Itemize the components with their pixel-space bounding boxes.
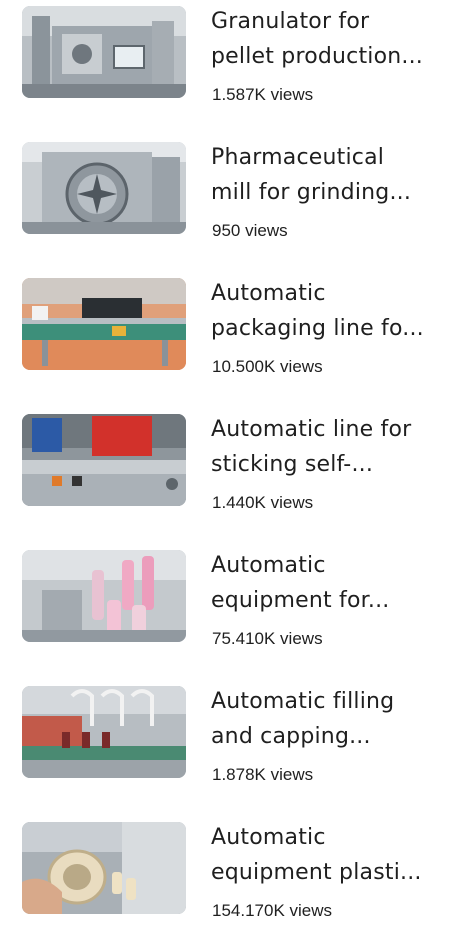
pharmaceutical-mill-thumbnail[interactable] [22,142,186,234]
packaging-line-image [22,278,186,370]
video-item-pharmaceutical-mill[interactable]: Pharmaceutical mill for grinding... 950 … [0,136,463,256]
video-title-line: Automatic [211,281,326,306]
view-count: 1.878K views [212,765,314,784]
labeling-line-image [22,414,186,506]
video-title[interactable]: Automatic packaging line fo... [211,276,447,346]
plastic-equipment-image [22,822,186,914]
video-title-line: Automatic line for [211,417,412,442]
video-title-line: Automatic [211,553,326,578]
view-count: 10.500K views [212,357,323,376]
video-title-line: Pharmaceutical [211,145,385,170]
video-item-packaging-line[interactable]: Automatic packaging line fo... 10.500K v… [0,272,463,392]
video-title[interactable]: Automatic filling and capping... [211,684,447,754]
view-count: 950 views [212,221,288,240]
video-item-plastic-equipment[interactable]: Automatic equipment plasti... 154.170K v… [0,816,463,936]
video-item-labeling-line[interactable]: Automatic line for sticking self-... 1.4… [0,408,463,528]
packaging-line-thumbnail[interactable] [22,278,186,370]
video-title[interactable]: Automatic line for sticking self-... [211,412,447,482]
view-count: 154.170K views [212,901,333,920]
video-title[interactable]: Pharmaceutical mill for grinding... [211,140,447,210]
plastic-equipment-thumbnail[interactable] [22,822,186,914]
pharmaceutical-mill-image [22,142,186,234]
video-title[interactable]: Automatic equipment plasti... [211,820,447,890]
tube-equipment-image [22,550,186,642]
tube-equipment-thumbnail[interactable] [22,550,186,642]
video-item-tube-equipment[interactable]: Automatic equipment for... 75.410K views [0,544,463,664]
video-title-line: sticking self-... [211,452,374,477]
view-count: 75.410K views [212,629,323,648]
labeling-line-thumbnail[interactable] [22,414,186,506]
video-title[interactable]: Granulator for pellet production... [211,4,447,74]
video-item-filling-capping[interactable]: Automatic filling and capping... 1.878K … [0,680,463,800]
video-title-line: Granulator for [211,9,370,34]
video-list: Granulator for pellet production... 1.58… [0,0,463,925]
video-title-line: Automatic filling [211,689,395,714]
video-title-line: pellet production... [211,44,423,69]
video-title-line: Automatic [211,825,326,850]
video-title-line: packaging line fo... [211,316,424,341]
view-count: 1.587K views [212,85,314,104]
view-count: 1.440K views [212,493,314,512]
granulator-machine-image [22,6,186,98]
video-title-line: equipment plasti... [211,860,422,885]
video-title-line: equipment for... [211,588,390,613]
video-title-line: mill for grinding... [211,180,412,205]
filling-capping-image [22,686,186,778]
filling-capping-thumbnail[interactable] [22,686,186,778]
video-item-granulator[interactable]: Granulator for pellet production... 1.58… [0,0,463,120]
video-title-line: and capping... [211,724,371,749]
granulator-machine-thumbnail[interactable] [22,6,186,98]
video-title[interactable]: Automatic equipment for... [211,548,447,618]
